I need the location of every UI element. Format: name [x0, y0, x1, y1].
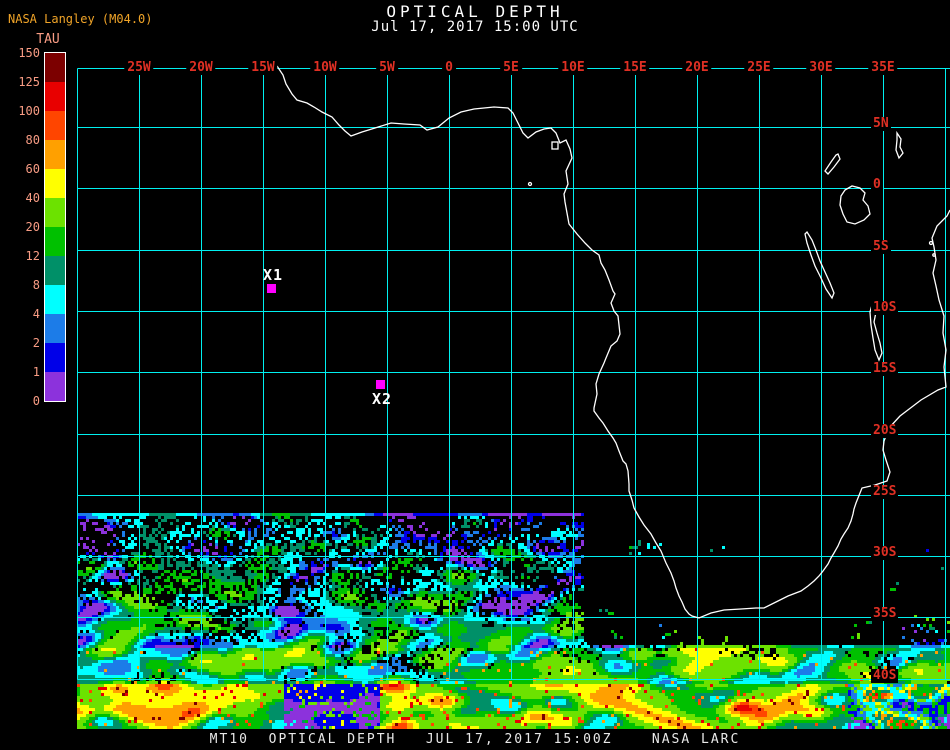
lat-label-5s: 5S: [871, 239, 891, 254]
lon-label-15w: 15W: [248, 61, 278, 75]
colorbar-segment-80-100: [45, 111, 65, 140]
status-bar: MT10 OPTICAL DEPTH JUL 17, 2017 15:00Z N…: [0, 729, 950, 750]
lon-label-20e: 20E: [682, 61, 712, 75]
lat-label-10s: 10S: [871, 300, 899, 315]
colorbar-segment-40-60: [45, 169, 65, 198]
colorbar-tick-40: 40: [25, 191, 40, 205]
colorbar-segment-20-40: [45, 198, 65, 227]
lat-label-0: 0: [871, 177, 883, 192]
lon-label-5e: 5E: [500, 61, 522, 75]
colorbar-tick-2: 2: [32, 336, 40, 350]
colorbar-segment-0-1: [45, 372, 65, 401]
lon-label-15e: 15E: [620, 61, 650, 75]
colorbar-segment-1-2: [45, 343, 65, 372]
timestamp-label: Jul 17, 2017 15:00 UTC: [371, 19, 579, 35]
lat-lon-grid: [77, 68, 950, 680]
colorbar-segment-100-125: [45, 82, 65, 111]
lat-label-25s: 25S: [871, 484, 899, 499]
map-grid-and-coastline: [77, 65, 950, 680]
colorbar-tick-8: 8: [32, 278, 40, 292]
lat-label-35s: 35S: [871, 606, 899, 621]
colorbar-tick-1: 1: [32, 365, 40, 379]
lon-label-35e: 35E: [868, 61, 898, 75]
pemba-island: [932, 253, 936, 257]
lon-label-25e: 25E: [744, 61, 774, 75]
marker-label: X2: [372, 390, 393, 408]
colorbar-segment-4-8: [45, 285, 65, 314]
colorbar-tick-125: 125: [18, 75, 40, 89]
colorbar-tick-0: 0: [32, 394, 40, 408]
lake-tanganyika-outline: [804, 230, 835, 300]
lon-label-30e: 30E: [806, 61, 836, 75]
zanzibar-island: [928, 240, 934, 246]
lat-label-20s: 20S: [871, 423, 899, 438]
lon-label-10w: 10W: [310, 61, 340, 75]
lake-albert-outline: [824, 153, 841, 175]
colorbar-title: TAU: [36, 32, 60, 47]
bioko-island: [551, 141, 559, 150]
lon-label-20w: 20W: [186, 61, 216, 75]
colorbar: [44, 52, 66, 402]
colorbar-segment-12-20: [45, 227, 65, 256]
colorbar-tick-4: 4: [32, 307, 40, 321]
colorbar-segment-125-150: [45, 53, 65, 82]
colorbar-tick-12: 12: [25, 249, 40, 263]
marker-square: [376, 380, 385, 389]
lat-label-40s: 40S: [871, 668, 899, 683]
colorbar-tick-60: 60: [25, 162, 40, 176]
colorbar-tick-100: 100: [18, 104, 40, 118]
lake-turkana-outline: [895, 130, 904, 160]
colorbar-tick-150: 150: [18, 46, 40, 60]
marker-square: [267, 284, 276, 293]
lon-label-0: 0: [442, 61, 456, 75]
colorbar-segment-60-80: [45, 140, 65, 169]
lon-label-25w: 25W: [124, 61, 154, 75]
lon-label-5w: 5W: [376, 61, 398, 75]
sao-tome-island: [527, 181, 533, 187]
lat-label-15s: 15S: [871, 361, 899, 376]
africa-coastline: [276, 65, 950, 619]
lon-label-10e: 10E: [558, 61, 588, 75]
colorbar-segment-2-4: [45, 314, 65, 343]
optical-depth-map-viewer: NASA Langley (M04.0) OPTICAL DEPTH Jul 1…: [0, 0, 950, 750]
lat-label-5n: 5N: [871, 116, 891, 131]
colorbar-tick-20: 20: [25, 220, 40, 234]
colorbar-tick-80: 80: [25, 133, 40, 147]
marker-label: X1: [263, 266, 284, 284]
lat-label-30s: 30S: [871, 545, 899, 560]
colorbar-segment-8-12: [45, 256, 65, 285]
lake-victoria-outline: [839, 185, 871, 225]
